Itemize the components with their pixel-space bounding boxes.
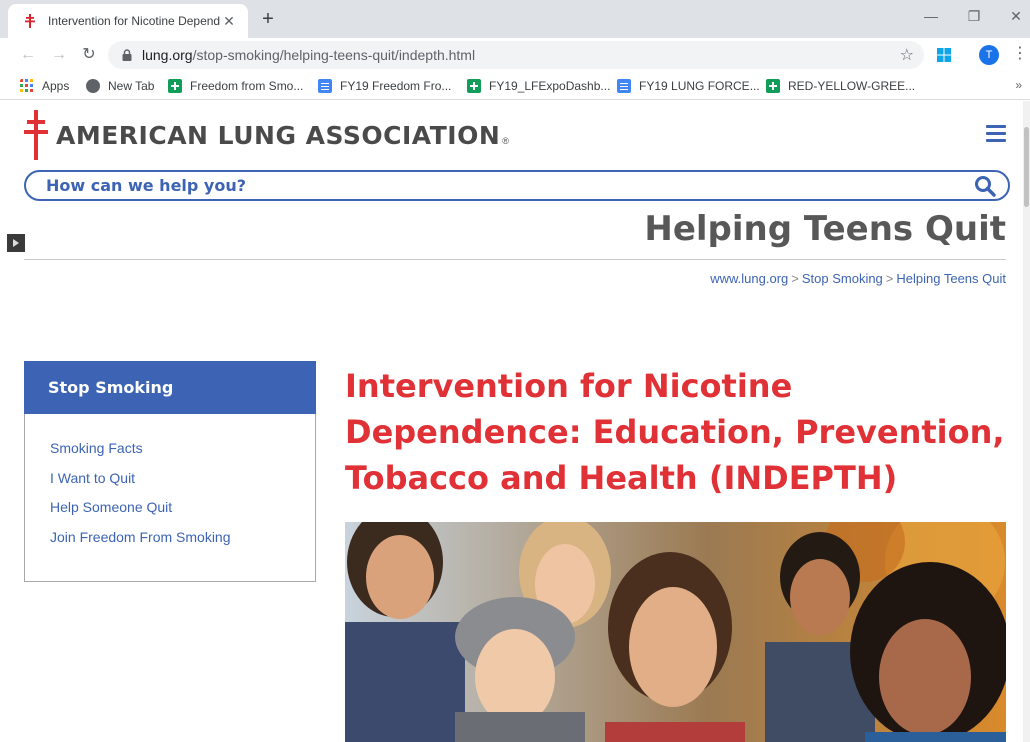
lorraine-cross-icon	[24, 110, 48, 160]
breadcrumb-separator: >	[885, 271, 894, 286]
teens-group-hero-image	[345, 522, 1006, 742]
browser-tab-active[interactable]: Intervention for Nicotine Depend ✕	[8, 4, 248, 38]
article-title: Intervention for Nicotine Dependence: Ed…	[345, 367, 1005, 497]
bookmark-label: RED-YELLOW-GREE...	[788, 79, 916, 93]
bookmark-label: Apps	[42, 79, 70, 93]
bookmark-fy19-freedom[interactable]: FY19 Freedom Fro...	[318, 77, 451, 95]
logo-text: AMERICAN LUNG ASSOCIATION	[56, 120, 501, 150]
page-heading: Helping Teens Quit	[644, 209, 1006, 249]
globe-icon	[86, 79, 100, 93]
bookmark-label: Freedom from Smo...	[190, 79, 304, 93]
scrollbar-thumb[interactable]	[1024, 127, 1029, 207]
restore-icon[interactable]: ❐	[964, 6, 984, 26]
bookmark-label: FY19_LFExpoDashb...	[489, 79, 611, 93]
apps-icon	[20, 79, 33, 92]
site-logo[interactable]: AMERICAN LUNG ASSOCIATION ®	[24, 110, 509, 160]
sidebar-link-join-freedom-from-smoking[interactable]: Join Freedom From Smoking	[50, 523, 315, 553]
logo-registered-mark: ®	[502, 136, 509, 146]
address-bar[interactable]: lung.org/stop-smoking/helping-teens-quit…	[108, 41, 924, 69]
bookmark-fy19-lung-force[interactable]: FY19 LUNG FORCE...	[617, 77, 760, 95]
bookmark-star-icon[interactable]: ☆	[900, 45, 914, 65]
minimize-icon[interactable]: —	[921, 6, 941, 26]
tab-title: Intervention for Nicotine Depend	[48, 14, 220, 28]
page-scrollbar[interactable]	[1023, 101, 1030, 742]
section-sidebar-nav: Stop Smoking Smoking Facts I Want to Qui…	[24, 361, 316, 582]
breadcrumb-home-link[interactable]: www.lung.org	[710, 271, 788, 286]
browser-tab-strip: Intervention for Nicotine Depend ✕ + — ❐…	[0, 0, 1030, 38]
forward-arrow-icon[interactable]: →	[49, 44, 69, 66]
sheets-icon	[467, 79, 481, 93]
url-path: /stop-smoking/helping-teens-quit/indepth…	[192, 47, 476, 63]
windows-extension-icon[interactable]	[936, 47, 952, 63]
lung-cross-favicon-icon	[25, 14, 35, 28]
docs-icon	[318, 79, 332, 93]
bookmark-label: FY19 Freedom Fro...	[340, 79, 452, 93]
hamburger-menu-icon[interactable]	[986, 125, 1006, 143]
profile-avatar[interactable]: T	[979, 45, 999, 65]
bookmark-red-yellow-green[interactable]: RED-YELLOW-GREE...	[766, 77, 915, 95]
bookmark-label: New Tab	[108, 79, 155, 93]
sidebar-link-help-someone-quit[interactable]: Help Someone Quit	[50, 493, 315, 523]
bookmarks-bar: Apps New Tab Freedom from Smo... FY19 Fr…	[0, 72, 1030, 100]
sidebar-links: Smoking Facts I Want to Quit Help Someon…	[25, 414, 315, 552]
breadcrumb-current[interactable]: Helping Teens Quit	[896, 271, 1006, 286]
sidebar-link-i-want-to-quit[interactable]: I Want to Quit	[50, 464, 315, 494]
bookmarks-overflow-icon[interactable]: »	[1015, 78, 1022, 92]
browser-toolbar: ← → ↻ lung.org/stop-smoking/helping-teen…	[0, 38, 1030, 72]
lock-icon	[122, 49, 132, 61]
bookmark-apps[interactable]: Apps	[20, 77, 69, 95]
bookmark-freedom-from-smoking[interactable]: Freedom from Smo...	[168, 77, 303, 95]
breadcrumb: www.lung.org > Stop Smoking > Helping Teens …	[710, 271, 1006, 286]
close-window-icon[interactable]: ✕	[1006, 6, 1026, 26]
side-panel-toggle-icon[interactable]	[7, 234, 25, 252]
sidebar-link-smoking-facts[interactable]: Smoking Facts	[50, 434, 315, 464]
sheets-icon	[766, 79, 780, 93]
site-search-input[interactable]	[46, 176, 946, 195]
docs-icon	[617, 79, 631, 93]
bookmark-new-tab[interactable]: New Tab	[86, 77, 154, 95]
tab-close-icon[interactable]: ✕	[220, 13, 238, 30]
heading-divider	[24, 259, 1006, 260]
site-search-bar	[24, 170, 1010, 201]
new-tab-button[interactable]: +	[258, 8, 278, 30]
web-page: AMERICAN LUNG ASSOCIATION ® Helping Teen…	[0, 101, 1030, 742]
breadcrumb-section-link[interactable]: Stop Smoking	[802, 271, 883, 286]
back-arrow-icon[interactable]: ←	[18, 44, 38, 66]
sheets-icon	[168, 79, 182, 93]
bookmark-fy19-lfexpo[interactable]: FY19_LFExpoDashb...	[467, 77, 610, 95]
sidebar-title[interactable]: Stop Smoking	[24, 361, 316, 414]
breadcrumb-separator: >	[791, 271, 799, 286]
bookmark-label: FY19 LUNG FORCE...	[639, 79, 760, 93]
search-icon[interactable]	[974, 175, 996, 197]
url-host: lung.org	[142, 47, 193, 63]
browser-menu-icon[interactable]: ⋮	[1012, 44, 1028, 64]
reload-icon[interactable]: ↻	[79, 44, 99, 66]
